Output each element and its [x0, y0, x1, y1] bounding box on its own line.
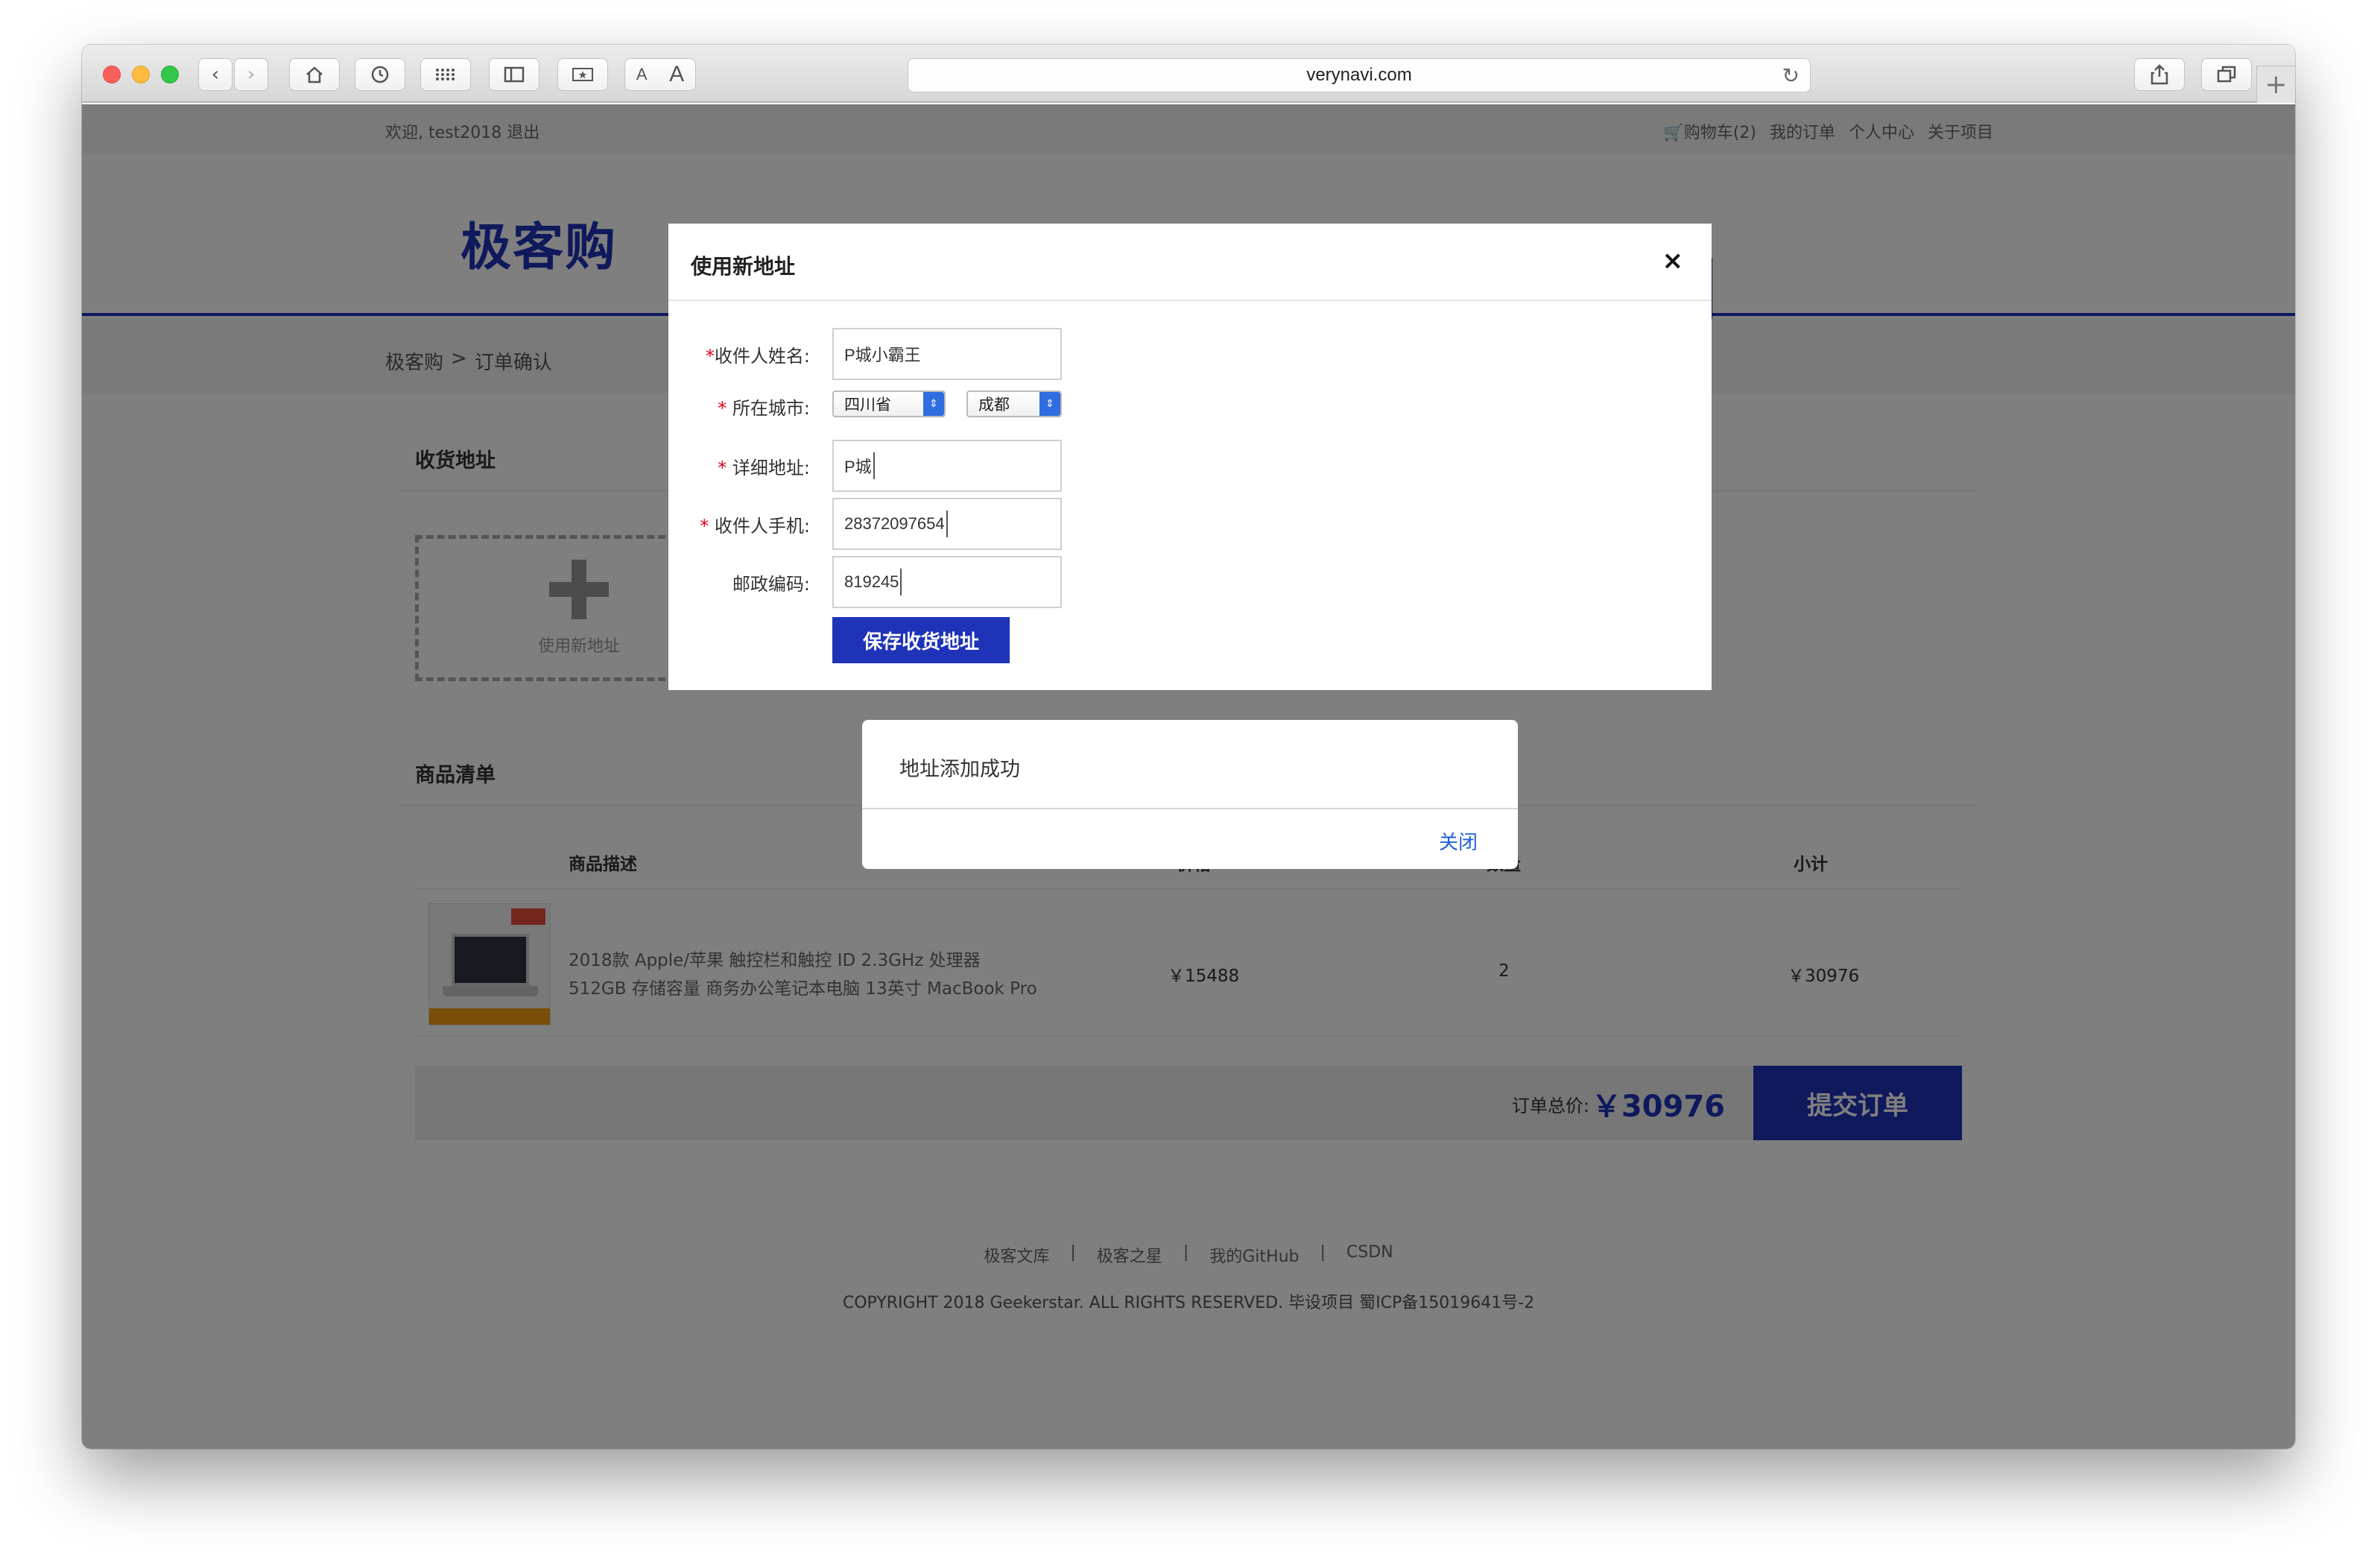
modal-header: 使用新地址 ×: [668, 224, 1712, 301]
font-smaller-icon[interactable]: A: [636, 65, 648, 84]
text-size-button[interactable]: A A: [624, 58, 696, 91]
close-icon[interactable]: ×: [1662, 246, 1684, 276]
province-select[interactable]: 四川省 ⇕: [832, 391, 946, 417]
divider: [862, 808, 1518, 809]
form-row-city: * 所在城市: 四川省 ⇕ 成都 ⇕: [668, 383, 1712, 425]
top-sites-button[interactable]: [420, 58, 471, 91]
sidebar-button[interactable]: [489, 58, 539, 91]
url-text[interactable]: verynavi.com: [1306, 65, 1411, 86]
new-address-modal: 使用新地址 × *收件人姓名: P城小霸王 * 所在城市: 四川省 ⇕ 成都 ⇕: [668, 224, 1712, 690]
new-tab-button[interactable]: +: [2256, 66, 2295, 103]
clock-icon: [371, 66, 389, 83]
sidebar-icon: [504, 66, 525, 83]
minimize-window-button[interactable]: [132, 66, 150, 83]
back-button[interactable]: ‹: [198, 58, 232, 91]
history-button[interactable]: [355, 58, 405, 91]
form-row-detail: * 详细地址: P城: [668, 440, 1712, 492]
chevron-right-icon: ›: [247, 63, 256, 86]
name-label: *收件人姓名:: [705, 346, 810, 367]
share-button[interactable]: [2134, 58, 2185, 91]
chevron-left-icon: ‹: [211, 63, 220, 86]
phone-input[interactable]: 28372097654: [832, 498, 1062, 550]
text-cursor: [873, 452, 875, 479]
zip-code-input[interactable]: 819245: [832, 556, 1062, 608]
select-arrows-icon: ⇕: [923, 392, 944, 416]
modal-title: 使用新地址: [691, 254, 796, 279]
form-row-zip: 邮政编码: 819245: [668, 556, 1712, 608]
text-cursor: [946, 510, 948, 537]
browser-toolbar: ‹ › A A verynavi.com ↻ +: [82, 45, 2295, 103]
zoom-window-button[interactable]: [161, 66, 179, 83]
save-address-button[interactable]: 保存收货地址: [832, 617, 1010, 663]
text-cursor: [900, 569, 902, 595]
form-row-name: *收件人姓名: P城小霸王: [668, 328, 1712, 380]
web-page: 欢迎, test2018 退出 🛒购物车(2) 我的订单 个人中心 关于项目 极…: [82, 104, 2295, 1449]
tabs-icon: [2217, 66, 2236, 83]
bookmarks-button[interactable]: [557, 58, 608, 91]
form-row-phone: * 收件人手机: 28372097654: [668, 498, 1712, 550]
success-alert: 地址添加成功 关闭: [862, 720, 1518, 869]
forward-button[interactable]: ›: [234, 58, 268, 91]
recipient-name-input[interactable]: P城小霸王: [832, 328, 1062, 380]
zip-label: 邮政编码:: [732, 574, 810, 595]
plus-icon: +: [2265, 69, 2288, 100]
share-icon: [2150, 64, 2168, 85]
grid-icon: [436, 69, 455, 80]
alert-close-button[interactable]: 关闭: [1439, 827, 1478, 855]
home-icon: [306, 66, 323, 83]
font-larger-icon[interactable]: A: [669, 62, 684, 87]
star-icon: [572, 68, 593, 81]
phone-label: * 收件人手机:: [700, 516, 810, 537]
address-bar[interactable]: verynavi.com ↻: [908, 58, 1811, 92]
browser-window: ‹ › A A verynavi.com ↻ + 使用新地址 × *收件人姓名:…: [82, 45, 2295, 1449]
city-select[interactable]: 成都 ⇕: [966, 391, 1062, 417]
detail-label: * 详细地址:: [718, 458, 810, 478]
home-button[interactable]: [289, 58, 340, 91]
detail-address-input[interactable]: P城: [832, 440, 1062, 492]
tabs-overview-button[interactable]: [2201, 58, 2252, 91]
select-arrows-icon: ⇕: [1039, 392, 1060, 416]
alert-message: 地址添加成功: [899, 758, 1020, 781]
reload-icon[interactable]: ↻: [1782, 63, 1800, 88]
close-window-button[interactable]: [103, 66, 121, 83]
city-label: * 所在城市:: [718, 398, 810, 419]
